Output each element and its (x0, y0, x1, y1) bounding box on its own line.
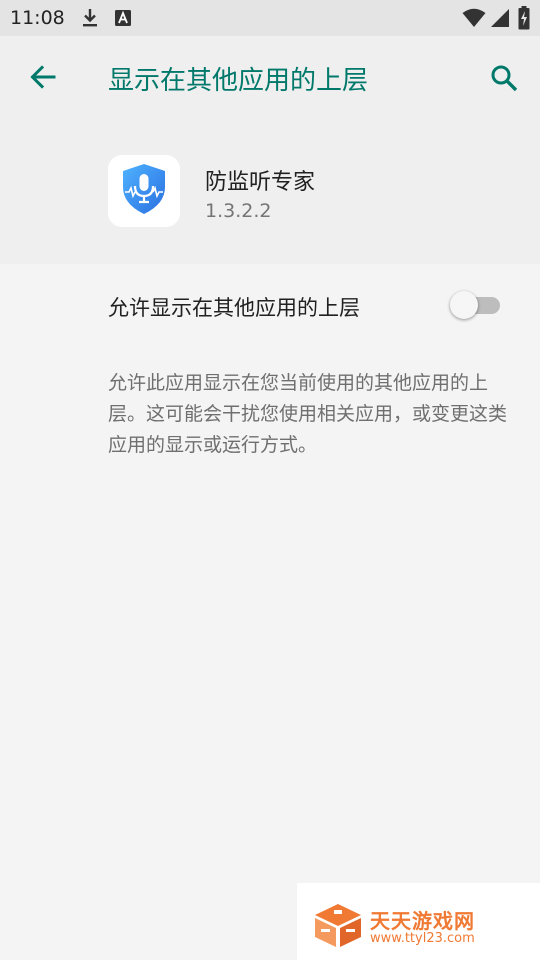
app-name: 防监听专家 (205, 170, 316, 195)
shield-microphone-icon (120, 163, 168, 219)
watermark-name: 天天游戏网 (370, 909, 475, 933)
switch-thumb (450, 291, 478, 319)
signal-icon (490, 8, 510, 32)
search-button[interactable] (482, 58, 526, 102)
app-version: 1.3.2.2 (205, 200, 272, 222)
back-arrow-icon (29, 63, 57, 95)
status-time: 11:08 (10, 7, 65, 29)
overlay-permission-row[interactable]: 允许显示在其他应用的上层 (0, 270, 540, 342)
overlay-permission-label: 允许显示在其他应用的上层 (108, 296, 360, 320)
search-icon (490, 64, 518, 96)
app-header: 防监听专家 1.3.2.2 (0, 122, 540, 264)
app-bar: 显示在其他应用的上层 (0, 36, 540, 122)
status-bar: 11:08 (0, 0, 540, 36)
watermark-url: www.ttyl23.com (370, 931, 475, 946)
permission-description: 允许此应用显示在您当前使用的其他应用的上层。这可能会干扰您使用相关应用，或变更这… (108, 372, 508, 456)
wifi-icon (462, 8, 486, 32)
overlay-permission-switch[interactable] (450, 290, 502, 320)
watermark-logo-icon (313, 902, 363, 952)
back-button[interactable] (22, 58, 64, 100)
app-icon (108, 155, 180, 227)
a-box-icon (114, 9, 132, 31)
page-title: 显示在其他应用的上层 (108, 66, 369, 96)
watermark: 天天游戏网 www.ttyl23.com (297, 883, 540, 960)
battery-charging-icon (518, 6, 530, 34)
download-icon (80, 7, 100, 33)
